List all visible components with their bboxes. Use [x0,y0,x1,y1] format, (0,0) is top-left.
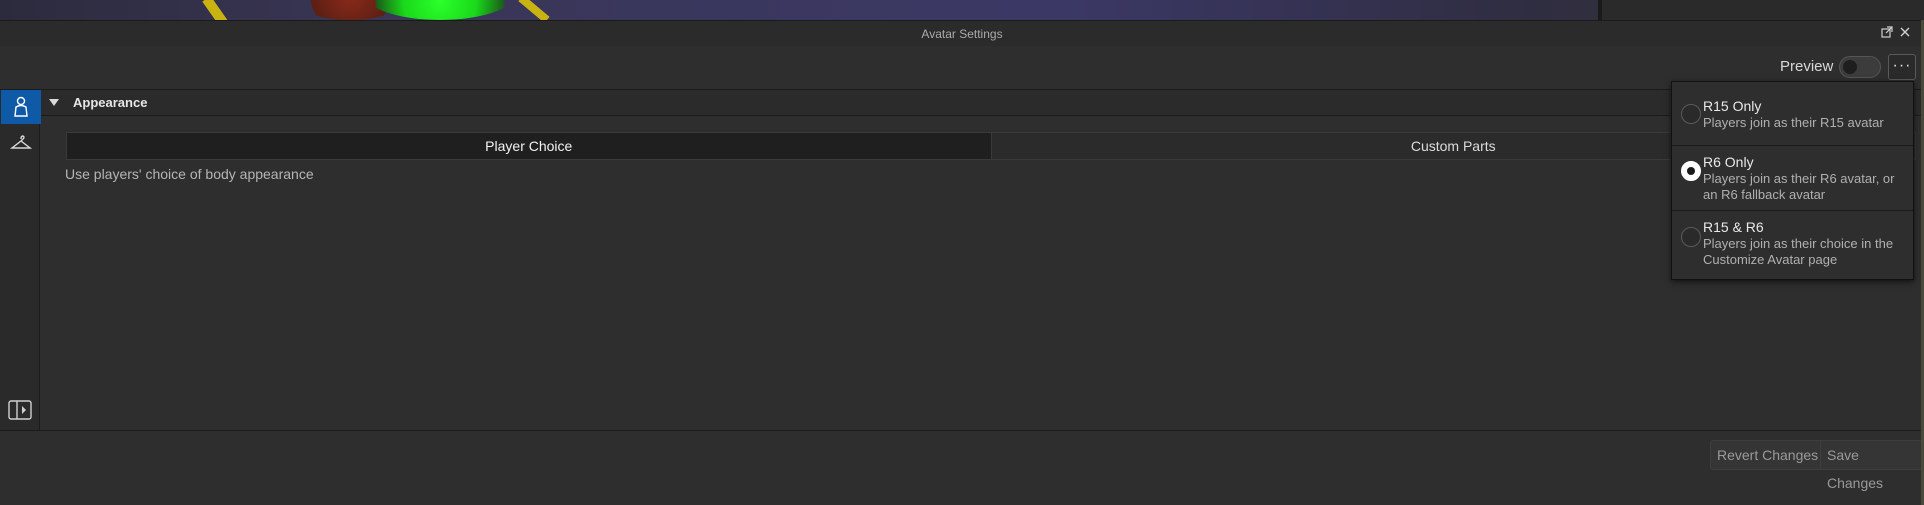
hanger-icon [10,135,32,149]
viewport-decoration [518,0,550,20]
window-title: Avatar Settings [921,27,1003,41]
preview-label: Preview [1780,58,1834,75]
viewport-side-panel [1602,0,1924,20]
main-panel: Appearance Player Choice Custom Parts Us… [41,90,1924,430]
option-description: Players join as their R6 avatar, or an R… [1703,171,1895,202]
section-title: Appearance [73,95,148,110]
option-r15-and-r6[interactable]: R15 & R6 Players join as their choice in… [1672,212,1913,276]
popout-icon[interactable] [1880,26,1894,40]
close-icon[interactable] [1898,26,1912,40]
tab-description: Use players' choice of body appearance [65,166,314,182]
viewport-decoration [360,0,520,20]
option-r6-only[interactable]: R6 Only Players join as their R6 avatar,… [1672,147,1913,211]
toggle-knob [1843,60,1857,74]
viewport-decoration [202,0,228,20]
revert-changes-button[interactable]: Revert Changes [1710,440,1826,470]
option-title: R15 & R6 [1703,219,1764,235]
left-rail [0,90,41,430]
radio-button[interactable] [1681,227,1701,247]
viewport-strip [0,0,1924,20]
more-options-button[interactable]: ··· [1888,54,1916,80]
chevron-down-icon[interactable] [49,99,59,106]
option-description: Players join as their choice in the Cust… [1703,236,1894,267]
option-title: R15 Only [1703,98,1762,114]
option-r15-only[interactable]: R15 Only Players join as their R15 avata… [1672,82,1913,146]
rail-item-clothing[interactable] [1,126,41,160]
section-header-appearance[interactable]: Appearance [41,90,1924,116]
option-description: Players join as their R15 avatar [1703,115,1884,130]
option-title: R6 Only [1703,154,1754,170]
avatar-type-dropdown: R15 Only Players join as their R15 avata… [1671,81,1914,280]
save-changes-button[interactable]: Save Changes [1820,440,1924,491]
preview-toggle[interactable] [1839,56,1881,78]
avatar-body-icon [14,96,28,117]
rail-item-avatar[interactable] [1,90,41,124]
footer-bar: Revert Changes Save Changes [0,430,1924,505]
tab-player-choice[interactable]: Player Choice [67,133,991,159]
radio-button[interactable] [1681,104,1701,124]
radio-button-selected[interactable] [1681,161,1701,181]
tab-group: Player Choice Custom Parts [66,132,1916,160]
toolbar: Preview ··· [0,46,1924,90]
collapse-panel-icon[interactable] [8,400,32,420]
window-titlebar: Avatar Settings [0,20,1924,46]
